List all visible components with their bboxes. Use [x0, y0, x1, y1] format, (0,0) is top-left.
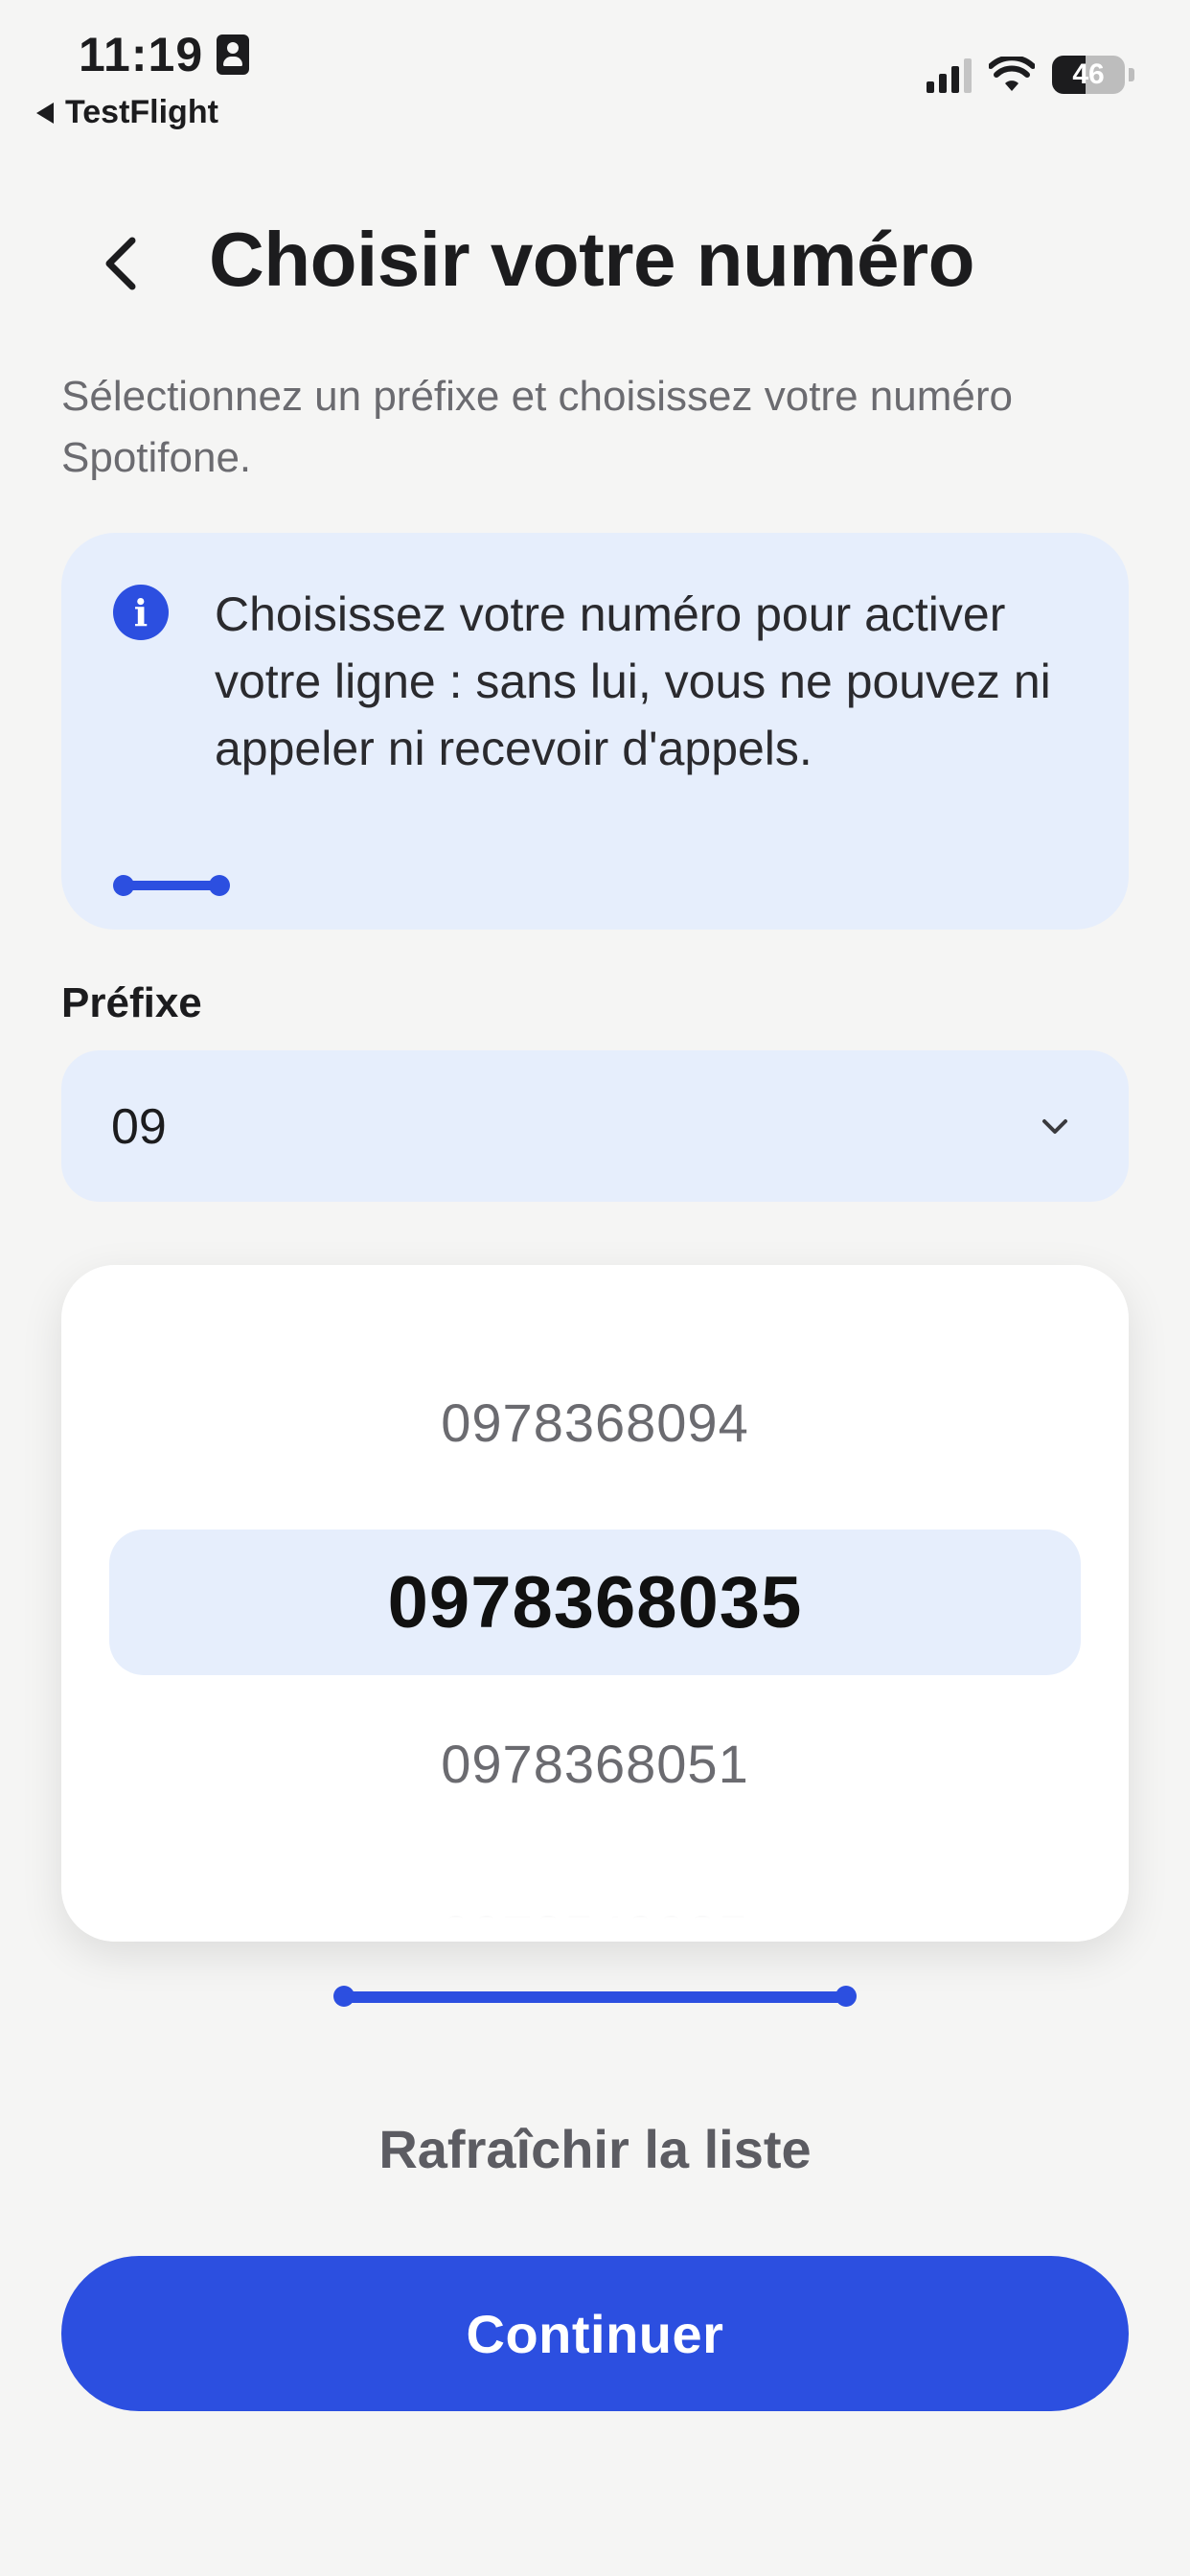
prefix-select[interactable]: 09 — [61, 1050, 1129, 1202]
back-button[interactable] — [92, 230, 149, 297]
prefix-value: 09 — [111, 1099, 167, 1155]
number-picker[interactable]: 0978555560 0978368094 0978368035 0978368… — [61, 1265, 1129, 1942]
info-card: i Choisissez votre numéro pour activer v… — [61, 533, 1129, 930]
picker-item-selected[interactable]: 0978368035 — [109, 1530, 1081, 1675]
info-text: Choisissez votre numéro pour activer vot… — [215, 587, 1051, 775]
chevron-down-icon — [1042, 1119, 1067, 1134]
refresh-list-button[interactable]: Rafraîchir la liste — [0, 2118, 1190, 2180]
page-title: Choisir votre numéro — [209, 217, 975, 302]
back-chevron-icon — [105, 237, 136, 290]
info-progress-indicator — [113, 875, 230, 896]
back-triangle-icon — [36, 102, 54, 124]
page-subtitle: Sélectionnez un préfixe et choisissez vo… — [61, 373, 1013, 481]
info-icon: i — [113, 585, 169, 640]
battery-icon: 46 — [1052, 56, 1125, 94]
time-text: 11:19 — [79, 28, 204, 81]
continue-label: Continuer — [466, 2303, 724, 2364]
signal-icon — [927, 57, 972, 93]
wifi-icon — [989, 57, 1035, 91]
picker-item[interactable]: 0978368094 — [61, 1392, 1129, 1454]
back-app-label: TestFlight — [65, 94, 218, 130]
prefix-label: Préfixe — [61, 979, 202, 1026]
back-to-app-link[interactable]: TestFlight — [36, 94, 218, 131]
status-time: 11:19 — [79, 27, 250, 82]
picker-fade-bottom — [61, 1874, 1129, 1942]
battery-tip — [1129, 68, 1134, 81]
id-card-icon — [217, 34, 250, 75]
screen: 11:19 TestFlight 46 Choisir votre numéro… — [0, 0, 1190, 2576]
continue-button[interactable]: Continuer — [61, 2256, 1129, 2411]
picker-progress-indicator — [333, 1986, 857, 2007]
picker-item[interactable]: 0978368051 — [61, 1733, 1129, 1795]
picker-fade-top — [61, 1265, 1129, 1332]
battery-percent: 46 — [1072, 58, 1105, 90]
status-indicators: 46 — [927, 56, 1134, 94]
